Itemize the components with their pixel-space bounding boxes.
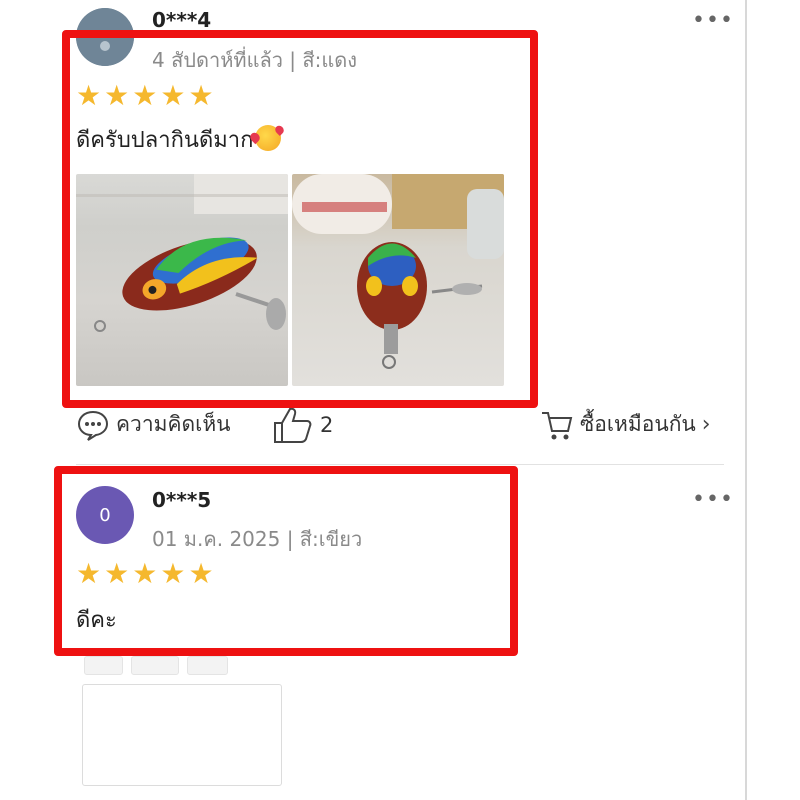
review-meta: 01 ม.ค. 2025 | สี:เขียว [152,527,363,551]
review-text: ดีครับปลากินดีมาก [76,122,282,157]
star-icon: ★ [132,557,158,590]
fishing-lure-photo-icon [76,174,288,332]
fishing-lure-photo-icon [292,174,504,369]
review-photo-2[interactable] [292,174,504,386]
star-icon: ★ [188,79,214,112]
chevron-right-icon: › [701,412,711,437]
thumbnail-textarea [82,684,282,786]
thumbnail-chip [186,656,229,675]
star-icon: ★ [188,557,214,590]
panel-divider [745,0,747,800]
star-icon: ★ [104,79,130,112]
thumbs-up-icon [274,407,312,443]
more-horizontal-icon[interactable]: ••• [692,487,734,512]
avatar[interactable]: 0 [76,486,134,544]
star-rating: ★ ★ ★ ★ ★ [76,82,214,110]
star-icon: ★ [76,557,102,590]
thumbnail-chip [131,656,179,675]
comment-bubble-icon [77,410,109,441]
star-icon: ★ [160,79,186,112]
comment-button[interactable]: ความคิดเห็น [76,408,231,441]
like-count: 2 [320,413,334,437]
avatar[interactable] [76,8,134,66]
review-photo-1[interactable] [76,174,288,386]
star-icon: ★ [76,79,102,112]
review-meta: 4 สัปดาห์ที่แล้ว | สี:แดง [152,48,357,72]
star-icon: ★ [160,557,186,590]
buy-same-button[interactable]: ซื้อเหมือนกัน › [540,408,711,441]
review-text: ดีคะ [76,608,117,633]
thumbnail-chip [84,656,124,675]
review-action-bar: ความคิดเห็น 2 ซื้อเหมือนกัน › [76,404,724,444]
star-icon: ★ [104,557,130,590]
smiling-face-with-hearts-icon [255,125,282,151]
star-rating: ★ ★ ★ ★ ★ [76,560,214,588]
buy-same-label: ซื้อเหมือนกัน [580,412,696,436]
thumbnail-tag-chips [84,656,229,675]
star-icon: ★ [132,79,158,112]
more-horizontal-icon[interactable]: ••• [692,8,734,33]
review-text-content: ดีครับปลากินดีมาก [76,128,254,153]
shopping-cart-icon [542,411,573,439]
review-separator [76,464,724,465]
avatar-image-icon [76,8,134,66]
like-button[interactable]: 2 [272,406,333,444]
reviewer-name[interactable]: 0***5 [152,488,211,512]
comment-label: ความคิดเห็น [116,412,231,436]
reviewer-name[interactable]: 0***4 [152,8,211,32]
